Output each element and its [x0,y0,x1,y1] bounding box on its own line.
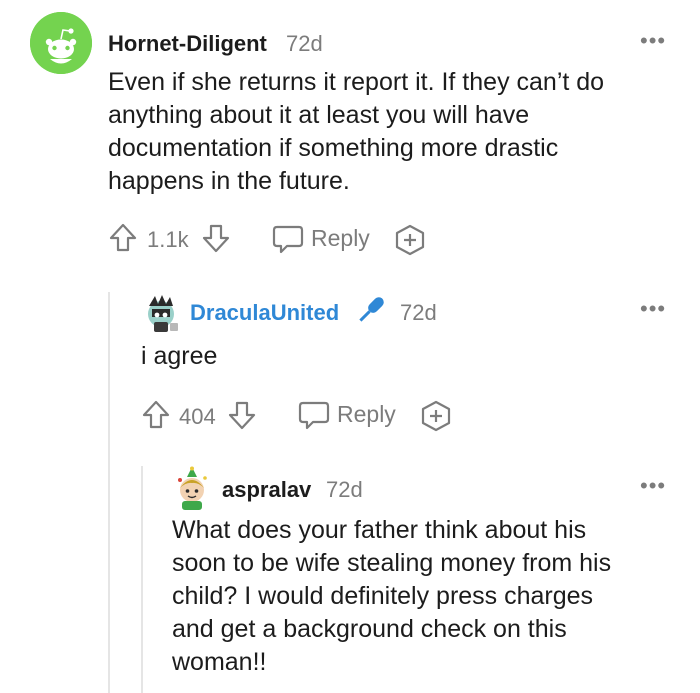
upvote-icon[interactable] [141,400,171,430]
upvote-icon[interactable] [108,223,138,253]
comment-line: anything about it at least you will have [108,101,530,129]
comment-line: woman!! [172,648,267,676]
vote-score: 1.1k [147,227,189,252]
award-plus-icon[interactable] [394,224,426,256]
thread-line[interactable] [108,462,110,693]
comment-age: 72d [326,477,363,502]
downvote-icon[interactable] [227,400,257,430]
award-plus-icon[interactable] [420,400,452,432]
more-options-button[interactable]: ••• [640,296,666,322]
avatar[interactable] [30,12,92,74]
more-options-button[interactable]: ••• [640,473,666,499]
reply-bubble-icon [272,225,304,254]
username[interactable]: DraculaUnited [190,300,339,326]
reply-label: Reply [337,401,396,427]
avatar[interactable] [172,466,212,510]
comment-line: documentation if something more drastic [108,134,559,162]
comment-age: 72d [286,31,323,56]
reply-button[interactable]: Reply [297,398,399,432]
comment-body: Even if she returns it report it. If the… [108,66,604,198]
comment-age: 72d [400,300,437,325]
downvote-icon[interactable] [201,223,231,253]
comment-line: What does your father think about his [172,516,587,544]
thread-line[interactable] [108,292,110,462]
comment-line: happens in the future. [108,167,350,195]
username[interactable]: Hornet-Diligent [108,31,267,57]
thread-line[interactable] [141,466,143,693]
reply-button[interactable]: Reply [271,222,373,256]
comment-line: and get a background check on this [172,615,567,643]
more-options-button[interactable]: ••• [640,28,666,54]
reply-bubble-icon [298,401,330,430]
username[interactable]: aspralav [222,477,311,503]
comment-line: soon to be wife stealing money from his [172,549,612,577]
snoo-avatar-icon [30,12,92,74]
comment-line: child? I would definitely press charges [172,582,594,610]
comment-body: What does your father think about his so… [172,514,611,679]
comment-line: Even if she returns it report it. If the… [108,68,605,96]
reply-label: Reply [311,225,370,251]
comment-line: i agree [141,342,218,370]
comment-body: i agree [141,340,217,373]
microphone-icon [359,297,384,322]
vote-score: 404 [179,404,216,429]
avatar[interactable] [141,292,183,334]
